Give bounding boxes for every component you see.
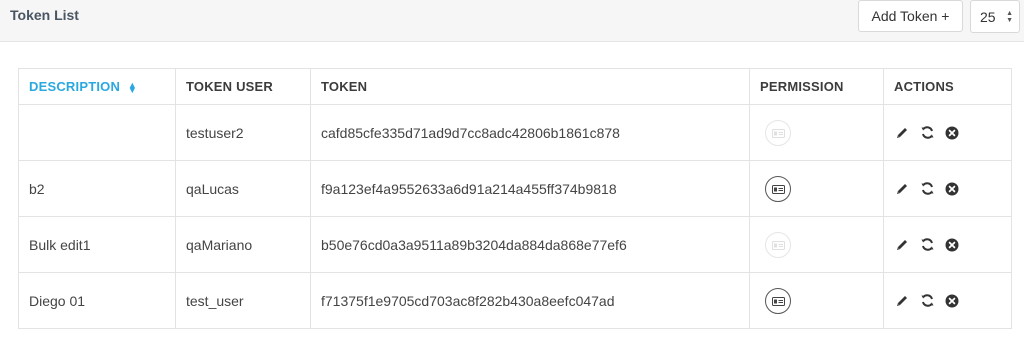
column-header-label: DESCRIPTION (29, 79, 121, 94)
top-bar: Token List Add Token + 25 ▲ ▼ (0, 0, 1024, 42)
id-card-icon[interactable] (765, 231, 791, 258)
table-header-row: DESCRIPTION ▲ ▼ TOKEN USER TOKEN PERMISSI… (18, 68, 1012, 105)
actions-cell (883, 216, 1012, 273)
pencil-icon[interactable] (894, 237, 910, 253)
table-row: Bulk edit1 qaMariano b50e76cd0a3a9511a89… (18, 216, 1012, 273)
pencil-icon[interactable] (894, 293, 910, 309)
refresh-icon[interactable] (919, 237, 935, 253)
per-page-value: 25 (980, 8, 996, 25)
actions-cell (883, 160, 1012, 217)
token-user-cell: test_user (175, 272, 311, 329)
actions-cell (883, 104, 1012, 161)
refresh-icon[interactable] (919, 125, 935, 141)
token-user-cell: testuser2 (175, 104, 311, 161)
description-cell (18, 104, 176, 161)
close-circle-icon[interactable] (944, 237, 960, 253)
id-card-icon[interactable] (765, 175, 791, 202)
pencil-icon[interactable] (894, 125, 910, 141)
token-table: DESCRIPTION ▲ ▼ TOKEN USER TOKEN PERMISSI… (18, 68, 1012, 329)
permission-cell (749, 272, 884, 329)
token-cell: f9a123ef4a9552633a6d91a214a455ff374b9818 (310, 160, 750, 217)
actions-cell (883, 272, 1012, 329)
column-header-permission: PERMISSION (749, 68, 884, 105)
column-header-description[interactable]: DESCRIPTION ▲ ▼ (18, 68, 176, 105)
permission-cell (749, 160, 884, 217)
table-row: testuser2 cafd85cfe335d71ad9d7cc8adc4280… (18, 104, 1012, 161)
close-circle-icon[interactable] (944, 125, 960, 141)
id-card-icon[interactable] (765, 119, 791, 146)
table-row: b2 qaLucas f9a123ef4a9552633a6d91a214a45… (18, 160, 1012, 217)
description-cell: Bulk edit1 (18, 216, 176, 273)
token-user-cell: qaLucas (175, 160, 311, 217)
refresh-icon[interactable] (919, 293, 935, 309)
page-title: Token List (10, 7, 79, 23)
id-card-icon[interactable] (765, 287, 791, 314)
permission-cell (749, 216, 884, 273)
table-row: Diego 01 test_user f71375f1e9705cd703ac8… (18, 272, 1012, 329)
column-header-actions: ACTIONS (883, 68, 1012, 105)
refresh-icon[interactable] (919, 181, 935, 197)
column-header-token-user: TOKEN USER (175, 68, 311, 105)
column-header-token: TOKEN (310, 68, 750, 105)
close-circle-icon[interactable] (944, 293, 960, 309)
token-user-cell: qaMariano (175, 216, 311, 273)
token-cell: b50e76cd0a3a9511a89b3204da884da868e77ef6 (310, 216, 750, 273)
per-page-select[interactable]: 25 ▲ ▼ (970, 0, 1020, 33)
select-arrows-icon: ▲ ▼ (1006, 10, 1013, 24)
token-cell: cafd85cfe335d71ad9d7cc8adc42806b1861c878 (310, 104, 750, 161)
permission-cell (749, 104, 884, 161)
sort-icon[interactable]: ▲ ▼ (128, 80, 137, 94)
pencil-icon[interactable] (894, 181, 910, 197)
close-circle-icon[interactable] (944, 181, 960, 197)
add-token-button[interactable]: Add Token + (858, 0, 963, 32)
token-cell: f71375f1e9705cd703ac8f282b430a8eefc047ad (310, 272, 750, 329)
description-cell: b2 (18, 160, 176, 217)
description-cell: Diego 01 (18, 272, 176, 329)
